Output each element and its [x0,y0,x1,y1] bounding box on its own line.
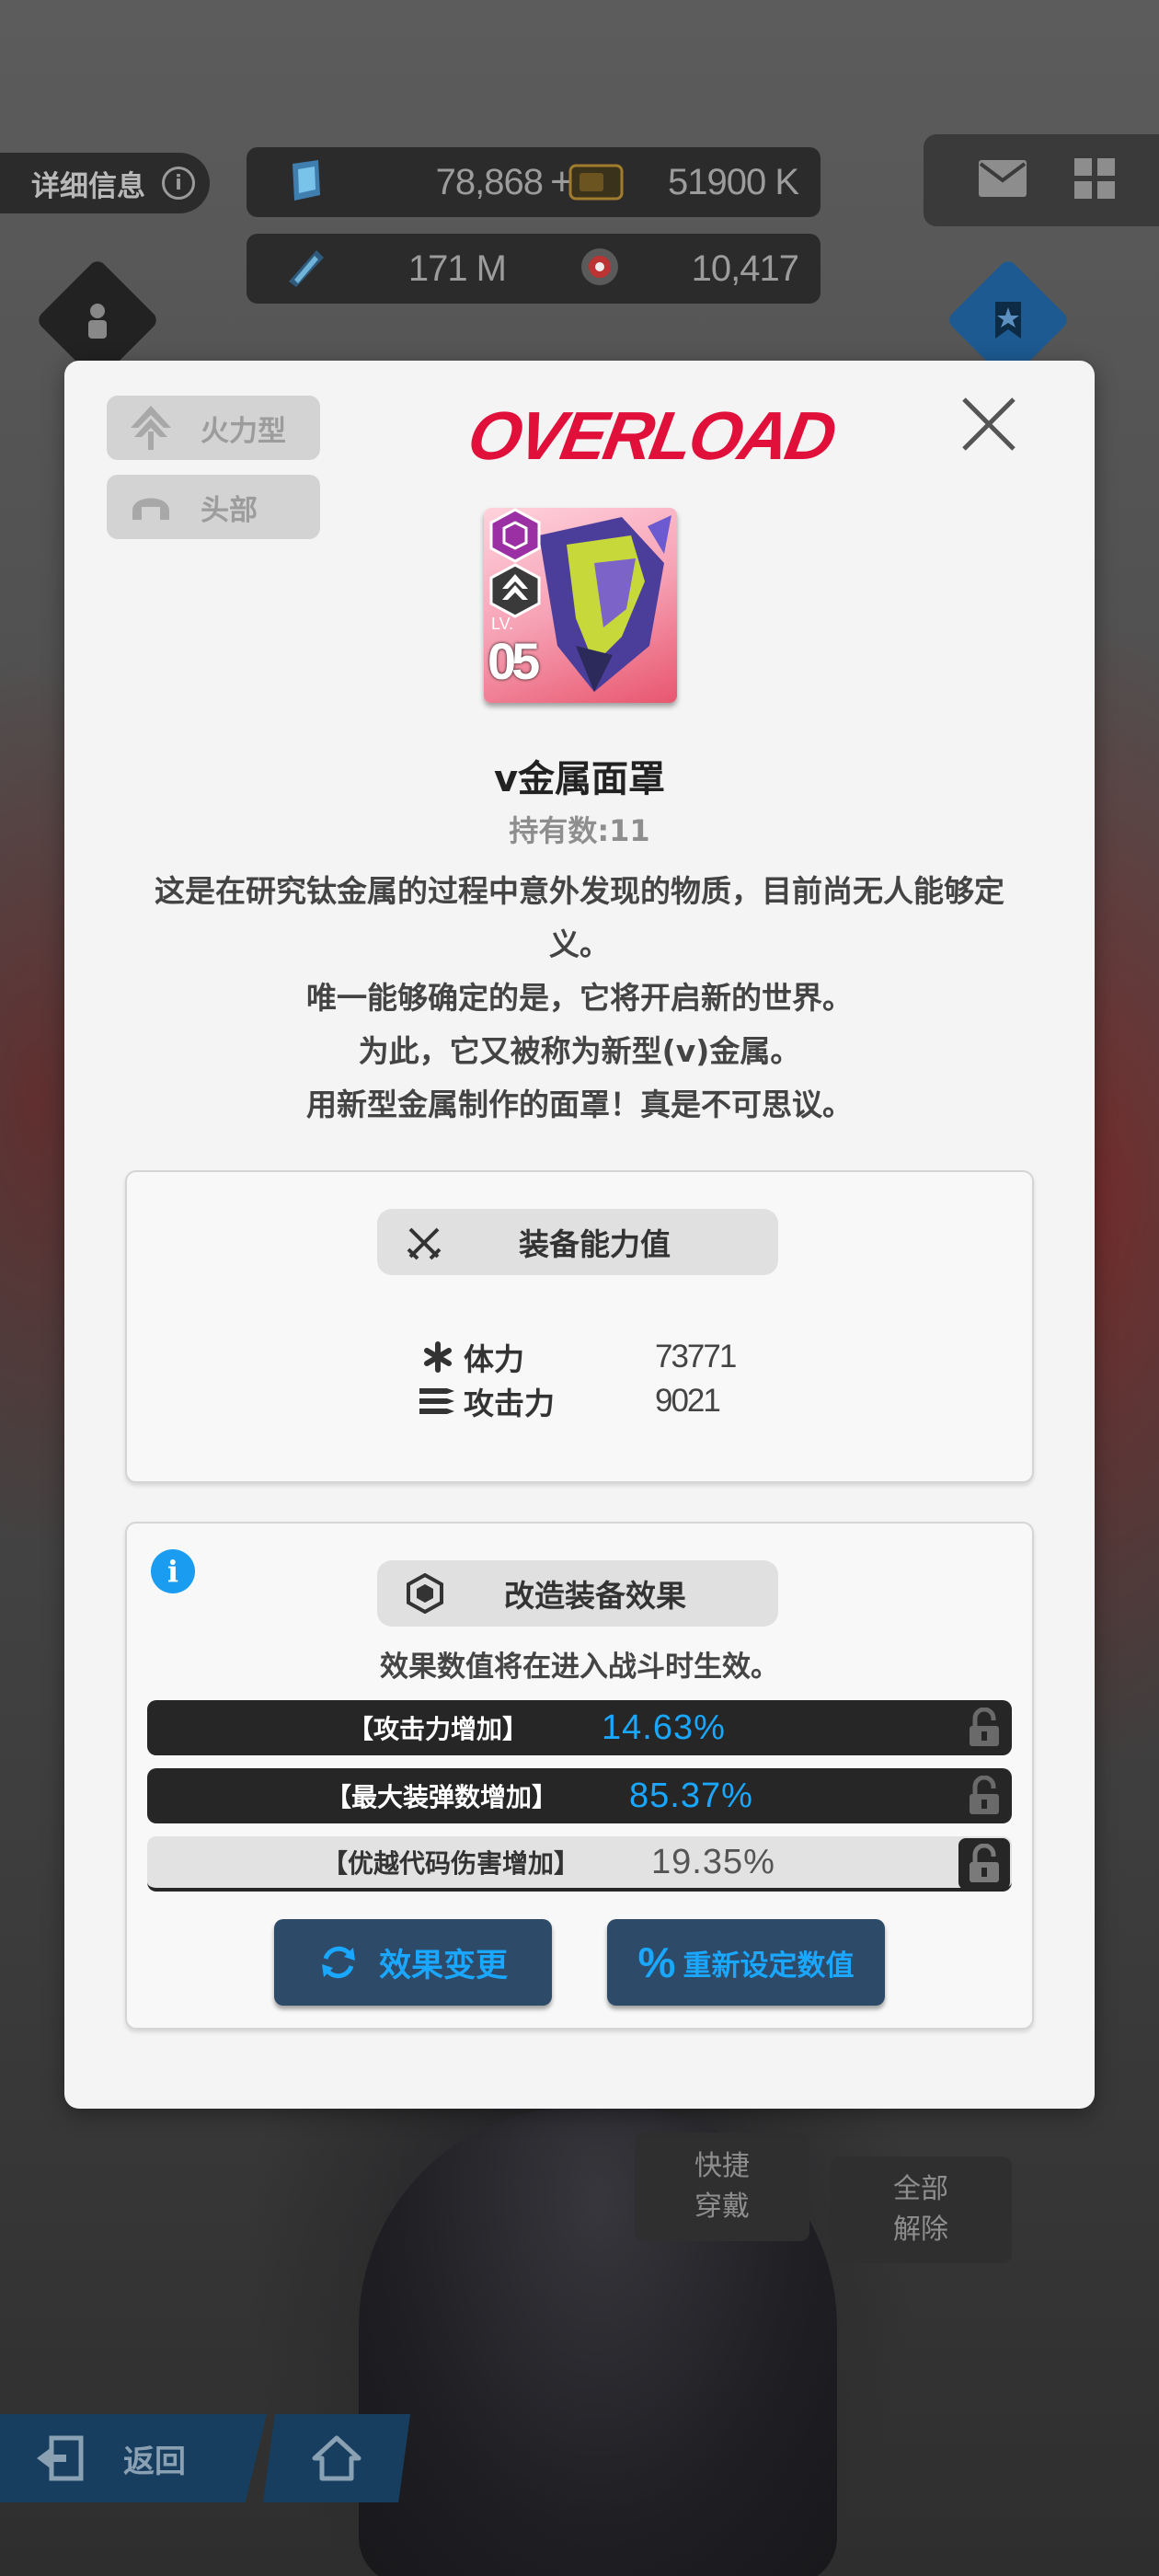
effect-value: 85.37% [629,1776,753,1815]
unlock-icon [970,1708,999,1746]
effect-label: 【攻击力增加】 [347,1714,528,1744]
mail-icon[interactable] [977,158,1028,199]
atk-value: 9021 [655,1383,721,1419]
reset-values-label: 重新设定数值 [683,1949,855,1983]
helmet-icon [132,498,169,520]
bookmark-star-icon [995,302,1021,339]
home-button[interactable] [263,2414,410,2502]
slot-tag-label: 头部 [201,493,258,527]
detail-info-label: 详细信息 [31,169,145,203]
effect-value: 14.63% [602,1708,726,1747]
crossed-swords-icon [407,1227,442,1260]
stat-hp-row: 体力 73771 [421,1334,737,1380]
change-effect-label: 效果变更 [378,1947,508,1984]
home-icon [312,2435,361,2481]
currency-bar-bottom: 171 M 10,417 [247,234,820,304]
equipment-detail-modal: 火力型 头部 OVERLOAD LV. 05 v金属面罩 持有数:11 这是在研… [64,361,1095,2109]
remove-all-label-2: 解除 [893,2214,948,2246]
back-label: 返回 [123,2443,186,2480]
lock-toggle[interactable] [958,1702,1010,1754]
description-line: 为此，它又被称为新型(v)金属。 [358,1033,801,1069]
effects-title: 改造装备效果 [504,1578,686,1614]
effect-row: 【攻击力增加】 14.63% [147,1700,1012,1755]
ammo-bullets-icon [419,1388,454,1414]
equip-stats-title: 装备能力值 [519,1226,671,1262]
rarity-badge-icon [489,508,541,618]
quick-equip-button[interactable]: 快捷 穿戴 [635,2133,809,2241]
core-dust-icon [289,250,324,287]
class-tag: 火力型 [107,396,320,460]
effects-panel: i 改造装备效果 效果数值将在进入战斗时生效。 【攻击力增加】 14.63% 【… [125,1522,1034,2030]
lock-toggle[interactable] [958,1770,1010,1822]
effect-value: 19.35% [651,1842,775,1881]
remove-all-label-1: 全部 [893,2173,948,2205]
overload-logo: OVERLOAD [462,397,840,474]
item-description: 这是在研究钛金属的过程中意外发现的物质，目前尚无人能够定 义。 唯一能够确定的是… [120,865,1039,1132]
quick-equip-label-1: 快捷 [694,2150,750,2182]
effects-header: 改造装备效果 [377,1560,778,1627]
hp-asterisk-icon [424,1341,452,1373]
description-line: 这是在研究钛金属的过程中意外发现的物质，目前尚无人能够定 [155,873,1004,909]
top-right-panel [924,134,1159,226]
effect-label: 【优越代码伤害增加】 [321,1848,580,1879]
effects-note: 效果数值将在进入战斗时生效。 [380,1650,779,1684]
refresh-icon [321,1946,355,1979]
detail-info-button[interactable]: 详细信息 i [0,153,210,213]
unlock-icon [970,1776,999,1814]
hp-label: 体力 [464,1341,524,1377]
effect-label: 【最大装弹数增加】 [325,1782,557,1812]
core-dust-count: 171 M [407,247,507,289]
reset-values-button[interactable]: % 重新设定数值 [607,1919,885,2006]
slot-tag: 头部 [107,475,320,539]
unlock-icon [970,1844,999,1882]
exit-door-icon [37,2435,84,2481]
change-effect-button[interactable]: 效果变更 [274,1919,552,2006]
gem-count: 78,868 [435,161,544,202]
credit-count: 51900 K [667,161,799,202]
credit-icon [568,164,624,201]
item-level: 05 [488,632,540,690]
currency-bar-top: 78,868 + 51900 K [247,147,820,217]
description-line: 唯一能够确定的是，它将开启新的世界。 [306,980,853,1016]
info-icon: i [162,167,195,200]
gear-hex-icon [407,1573,443,1614]
person-icon [88,304,107,339]
item-card: LV. 05 [484,508,677,703]
item-name: v金属面罩 [493,758,666,800]
back-button[interactable]: 返回 [0,2414,267,2502]
close-icon[interactable] [958,394,1019,454]
atk-label: 攻击力 [464,1386,555,1421]
hp-value: 73771 [655,1339,737,1374]
firepower-class-icon [131,406,171,450]
equip-stats-panel: 装备能力值 体力 73771 攻击力 9021 [125,1170,1034,1483]
lock-toggle[interactable] [958,1838,1010,1890]
battle-data-count: 10,417 [691,247,799,289]
equip-stats-header: 装备能力值 [377,1209,778,1275]
quick-equip-label-2: 穿戴 [694,2191,750,2223]
stat-atk-row: 攻击力 9021 [418,1378,721,1424]
effect-row: 【优越代码伤害增加】 19.35% [147,1836,1012,1892]
remove-all-button[interactable]: 全部 解除 [830,2156,1012,2263]
effects-info-icon[interactable]: i [151,1549,195,1593]
menu-grid-icon[interactable] [1073,156,1117,201]
effect-row: 【最大装弹数增加】 85.37% [147,1768,1012,1823]
owned-count: 持有数:11 [509,813,650,848]
battle-data-icon [581,248,618,285]
class-tag-label: 火力型 [201,414,286,448]
description-line: 用新型金属制作的面罩！真是不可思议。 [306,1087,853,1122]
description-line: 义。 [549,926,610,962]
gem-icon [293,160,320,201]
percent-icon: % [637,1938,676,1986]
